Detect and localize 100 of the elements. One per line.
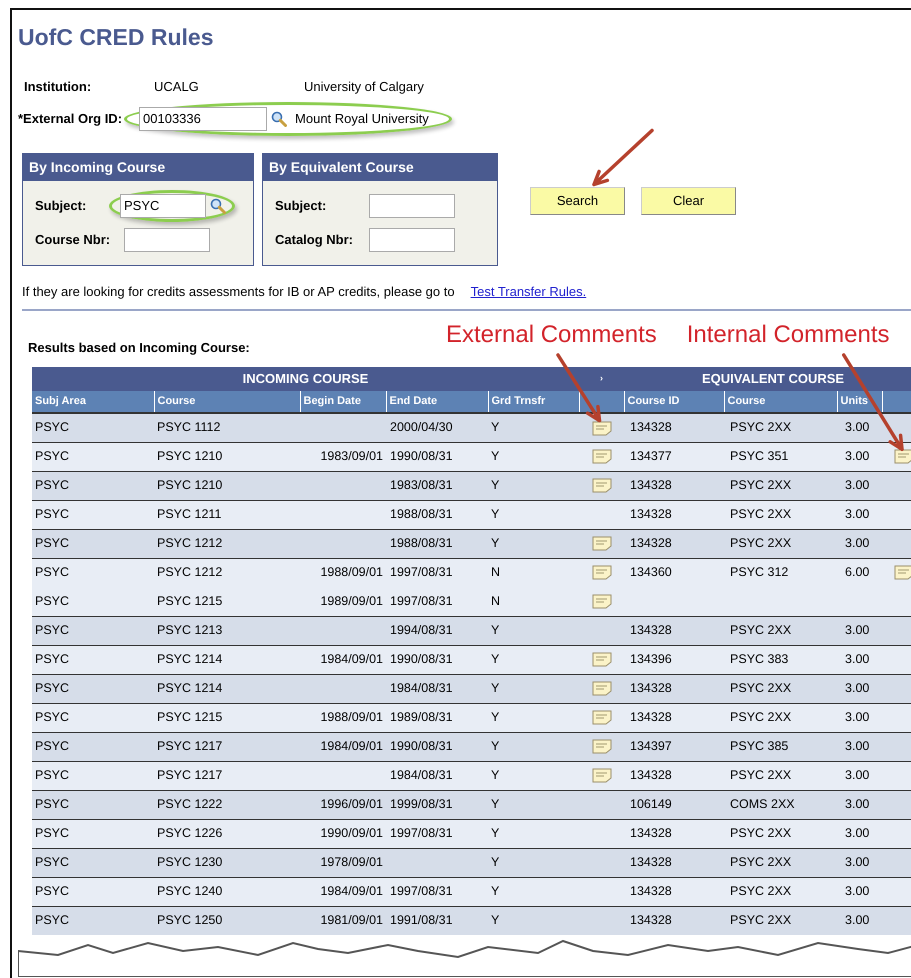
text-field[interactable] — [124, 228, 210, 252]
search-icon[interactable] — [271, 110, 288, 126]
comment-icon[interactable] — [592, 768, 612, 784]
table-cell: Y — [488, 732, 580, 761]
table-cell: Y — [488, 761, 580, 790]
table-cell: PSYC — [32, 877, 154, 906]
table-cell: 1990/09/01 — [300, 819, 386, 848]
comment-icon[interactable] — [592, 536, 612, 552]
table-cell: 134328 — [624, 471, 724, 500]
table-cell: PSYC 1217 — [154, 761, 300, 790]
field-label: *External Org ID: — [18, 110, 122, 128]
table-cell: Y — [488, 703, 580, 732]
org-name: Mount Royal University — [295, 110, 429, 128]
table-cell: PSYC 1215 — [154, 587, 300, 616]
table-cell: 3.00 — [837, 413, 882, 442]
table-cell: PSYC 1213 — [154, 616, 300, 645]
table-cell: 1984/09/01 — [300, 645, 386, 674]
table-cell: 1984/09/01 — [300, 877, 386, 906]
group-header: › — [579, 367, 624, 391]
table-cell: Y — [488, 413, 580, 442]
table-cell: PSYC 383 — [724, 645, 838, 674]
table-cell: 134377 — [624, 442, 724, 471]
table-cell: 134328 — [624, 500, 724, 529]
table-cell: 1978/09/01 — [300, 848, 386, 877]
column-header: Grd Trnsfr — [488, 391, 580, 413]
table-cell: PSYC — [32, 471, 154, 500]
column-header: Course ID — [624, 391, 724, 413]
table-cell: PSYC 1210 — [154, 471, 300, 500]
table-cell: 134396 — [624, 645, 724, 674]
comment-icon[interactable] — [894, 565, 911, 580]
table-cell: PSYC 1230 — [154, 848, 300, 877]
table-cell: N — [488, 558, 580, 587]
comment-icon[interactable] — [592, 681, 612, 696]
table-cell: PSYC 1212 — [154, 529, 300, 558]
comment-icon[interactable] — [592, 449, 612, 464]
results-heading: Results based on Incoming Course: — [28, 338, 251, 357]
comment-icon[interactable] — [592, 652, 612, 668]
field-value: UCALG — [154, 78, 200, 96]
table-cell: 1997/08/31 — [386, 819, 488, 848]
table-cell: 1983/08/31 — [386, 471, 488, 500]
table-cell: PSYC — [32, 442, 154, 471]
org-id-field[interactable]: 00103336 — [139, 106, 268, 130]
table-cell: PSYC 2XX — [724, 471, 838, 500]
comment-icon[interactable] — [592, 739, 612, 754]
table-cell: PSYC — [32, 674, 154, 703]
table-cell: PSYC — [32, 529, 154, 558]
action-button[interactable]: Search — [530, 186, 625, 214]
table-cell: PSYC 351 — [724, 442, 838, 471]
table-cell: Y — [488, 645, 580, 674]
table-cell: 134328 — [624, 703, 724, 732]
field-label: Subject: — [274, 196, 328, 215]
table-cell: 1989/08/31 — [386, 703, 488, 732]
table-cell: PSYC — [32, 500, 154, 529]
table-cell: 3.00 — [837, 906, 882, 935]
comment-icon[interactable] — [592, 478, 612, 494]
table-cell: COMS 2XX — [724, 790, 838, 819]
table-cell: 1994/08/31 — [386, 616, 488, 645]
table-cell: PSYC 1214 — [154, 645, 300, 674]
text-field[interactable]: PSYC — [120, 194, 206, 218]
table-cell: 134328 — [624, 906, 724, 935]
comment-icon[interactable] — [894, 449, 911, 464]
text-field[interactable] — [369, 194, 455, 218]
table-cell: 3.00 — [837, 732, 882, 761]
table-cell: Y — [488, 442, 580, 471]
field-label: Institution: — [23, 78, 92, 96]
table-cell: 3.00 — [837, 819, 882, 848]
column-header: End Date — [386, 391, 488, 413]
table-cell: PSYC 2XX — [724, 413, 838, 442]
table-cell: 3.00 — [837, 529, 882, 558]
table-cell: PSYC 1210 — [154, 442, 300, 471]
table-cell: PSYC — [32, 732, 154, 761]
table-cell: PSYC 2XX — [724, 848, 838, 877]
column-header: Begin Date — [300, 391, 386, 413]
comment-icon[interactable] — [592, 594, 612, 610]
table-cell: 106149 — [624, 790, 724, 819]
table-cell: 3.00 — [837, 761, 882, 790]
table-cell: 1984/08/31 — [386, 674, 488, 703]
page-title: UofC CRED Rules — [18, 23, 215, 52]
text-field[interactable] — [369, 228, 455, 252]
table-cell: PSYC 1217 — [154, 732, 300, 761]
table-cell: PSYC 1211 — [154, 500, 300, 529]
callout-arrow — [556, 353, 602, 422]
comment-icon[interactable] — [592, 710, 612, 726]
table-cell: 3.00 — [837, 703, 882, 732]
table-cell: 1990/08/31 — [386, 645, 488, 674]
table-cell: Y — [488, 848, 580, 877]
table-cell: Y — [488, 877, 580, 906]
field-label: Catalog Nbr: — [274, 230, 354, 249]
comment-icon[interactable] — [592, 565, 612, 580]
comment-icon[interactable] — [592, 420, 612, 436]
search-icon[interactable] — [210, 198, 226, 214]
table-cell: PSYC — [32, 587, 154, 616]
table-cell: 1983/09/01 — [300, 442, 386, 471]
table-cell: 1996/09/01 — [300, 790, 386, 819]
field-label: Subject: — [34, 196, 88, 215]
table-cell: Y — [488, 906, 580, 935]
transfer-rules-link[interactable]: Test Transfer Rules. — [470, 282, 586, 301]
table-cell: PSYC 1214 — [154, 674, 300, 703]
table-cell: 3.00 — [837, 877, 882, 906]
action-button[interactable]: Clear — [641, 186, 736, 214]
